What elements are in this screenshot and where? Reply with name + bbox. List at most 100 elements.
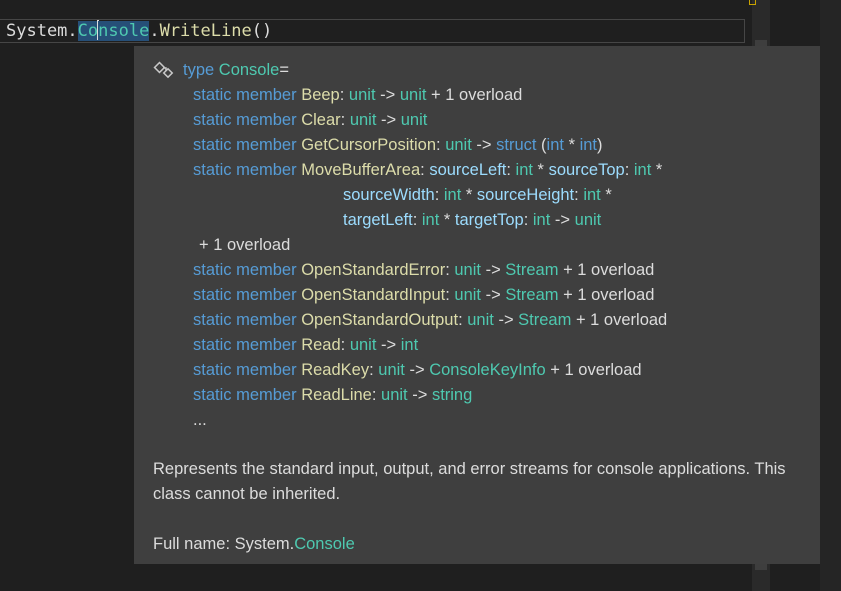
kw-static: static member bbox=[193, 86, 297, 104]
class-icon bbox=[153, 60, 174, 78]
more-members-ellipsis: ... bbox=[193, 411, 207, 429]
overload-count: + 1 overload bbox=[563, 261, 655, 279]
star: * bbox=[600, 186, 612, 204]
overload-count: + 1 overload bbox=[550, 361, 642, 379]
colon: : bbox=[340, 336, 350, 354]
overload-count: + 1 overload bbox=[431, 86, 523, 104]
colon: : bbox=[445, 261, 455, 279]
colon: : bbox=[574, 186, 584, 204]
kw-static: static member bbox=[193, 336, 297, 354]
member-openstandarderror: static member OpenStandardError: unit ->… bbox=[153, 258, 802, 283]
type-ref: unit bbox=[381, 386, 408, 404]
eq: = bbox=[279, 61, 289, 79]
member-readkey: static member ReadKey: unit -> ConsoleKe… bbox=[153, 358, 802, 383]
code-line[interactable]: System.Console.WriteLine() bbox=[0, 19, 745, 43]
colon: : bbox=[369, 361, 379, 379]
kw-static: static member bbox=[193, 286, 297, 304]
type-ref: Stream bbox=[505, 261, 559, 279]
type-ref: unit bbox=[574, 211, 602, 229]
star: * bbox=[532, 161, 549, 179]
star: * bbox=[563, 136, 580, 154]
star: * bbox=[651, 161, 663, 179]
colon: : bbox=[420, 161, 430, 179]
colon: : bbox=[458, 311, 468, 329]
kw-static: static member bbox=[193, 386, 297, 404]
arrow: -> bbox=[375, 86, 400, 104]
code-dot: . bbox=[149, 21, 160, 41]
arrow: -> bbox=[550, 211, 575, 229]
arrow: -> bbox=[407, 386, 432, 404]
type-ref: Stream bbox=[505, 286, 559, 304]
kw-static: static member bbox=[193, 361, 297, 379]
type-ref: Stream bbox=[518, 311, 572, 329]
kw-static: static member bbox=[193, 136, 297, 154]
arrow: -> bbox=[480, 261, 506, 279]
code-method: WriteLine bbox=[159, 21, 252, 41]
overload-count: + 1 overload bbox=[575, 311, 668, 329]
arrow: -> bbox=[376, 111, 401, 129]
kw-struct: struct bbox=[496, 136, 537, 154]
full-name-label: Full name: System. bbox=[153, 535, 295, 553]
member-movebufferarea-cont2: targetLeft: int * targetTop: int -> unit bbox=[153, 208, 802, 233]
quick-info-tooltip: type Console = static member Beep: unit … bbox=[134, 46, 820, 564]
kw-static: static member bbox=[193, 161, 297, 179]
member-openstandardinput: static member OpenStandardInput: unit ->… bbox=[153, 283, 802, 308]
arrow: -> bbox=[376, 336, 401, 354]
full-name-type: Console bbox=[294, 535, 355, 553]
kw-static: static member bbox=[193, 111, 297, 129]
colon: : bbox=[339, 86, 349, 104]
type-ref: unit bbox=[349, 336, 377, 354]
member-name: MoveBufferArea bbox=[301, 161, 421, 179]
code-namespace: System. bbox=[6, 21, 78, 41]
type-ref: unit bbox=[348, 86, 376, 104]
scroll-marker bbox=[749, 0, 756, 5]
param-name: sourceTop bbox=[548, 161, 625, 179]
star: * bbox=[439, 211, 455, 229]
star: * bbox=[461, 186, 477, 204]
right-gutter bbox=[820, 0, 841, 591]
type-ref: int bbox=[400, 336, 419, 354]
param-name: sourceWidth bbox=[343, 186, 435, 204]
member-name: ReadKey bbox=[301, 361, 370, 379]
type-ref: ConsoleKeyInfo bbox=[429, 361, 546, 379]
member-name: OpenStandardInput bbox=[301, 286, 446, 304]
type-ref: int bbox=[546, 136, 564, 154]
type-name: Console bbox=[218, 61, 280, 79]
type-ref: string bbox=[431, 386, 473, 404]
member-openstandardoutput: static member OpenStandardOutput: unit -… bbox=[153, 308, 802, 333]
colon: : bbox=[412, 211, 422, 229]
kw-static: static member bbox=[193, 311, 297, 329]
kw-type: type bbox=[183, 61, 215, 79]
member-clear: static member Clear: unit -> unit bbox=[153, 108, 802, 133]
overload-count: + 1 overload bbox=[563, 286, 655, 304]
member-read: static member Read: unit -> int bbox=[153, 333, 802, 358]
type-ref: unit bbox=[454, 286, 482, 304]
type-ref: unit bbox=[400, 111, 428, 129]
type-description: Represents the standard input, output, a… bbox=[153, 460, 786, 503]
member-movebufferarea-overload: + 1 overload bbox=[153, 233, 802, 258]
member-getcursorposition: static member GetCursorPosition: unit ->… bbox=[193, 136, 603, 154]
type-ref: int bbox=[532, 211, 551, 229]
colon: : bbox=[434, 186, 444, 204]
kw-static: static member bbox=[193, 261, 297, 279]
type-ref: unit bbox=[445, 136, 472, 154]
param-name: targetLeft bbox=[343, 211, 413, 229]
colon: : bbox=[506, 161, 516, 179]
type-ref: unit bbox=[378, 361, 405, 379]
arrow: -> bbox=[481, 286, 506, 304]
type-header: type Console = bbox=[153, 58, 802, 83]
member-movebufferarea: static member MoveBufferArea: sourceLeft… bbox=[153, 158, 802, 183]
colon: : bbox=[624, 161, 634, 179]
arrow: -> bbox=[493, 311, 519, 329]
type-ref: int bbox=[443, 186, 462, 204]
code-console-a: Co bbox=[77, 21, 99, 41]
type-ref: int bbox=[579, 136, 598, 154]
type-ref: unit bbox=[349, 111, 377, 129]
member-name: Clear bbox=[301, 111, 341, 129]
param-name: sourceLeft bbox=[429, 161, 507, 179]
member-name: ReadLine bbox=[301, 386, 372, 404]
type-ref: int bbox=[515, 161, 533, 179]
type-ref: int bbox=[421, 211, 440, 229]
member-name: Beep bbox=[301, 86, 340, 104]
full-name: Full name: System.Console bbox=[153, 532, 802, 557]
